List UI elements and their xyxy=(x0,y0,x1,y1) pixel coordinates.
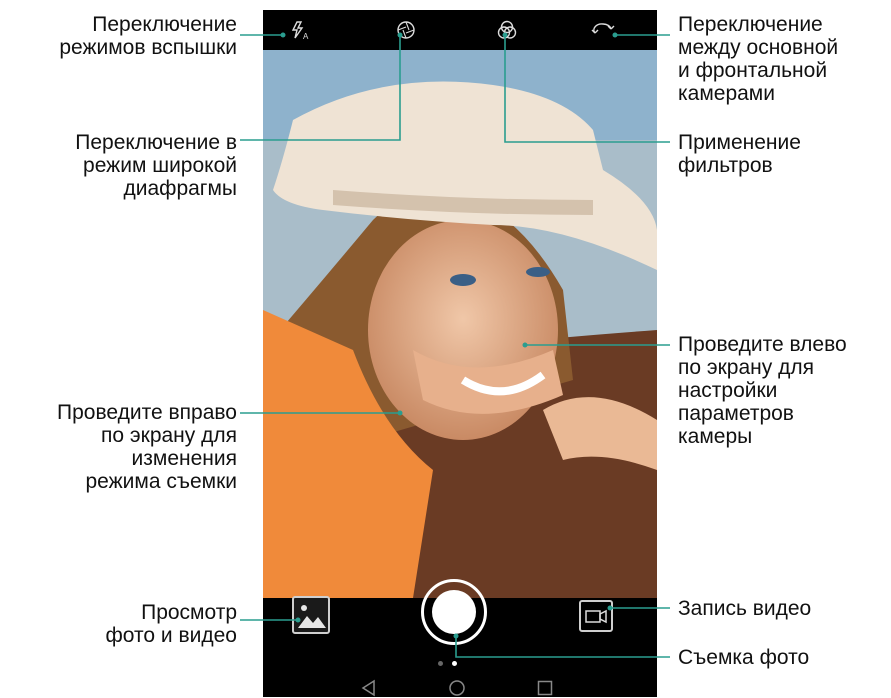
leader-dot-switch-camera xyxy=(612,32,618,38)
leader-aperture xyxy=(240,35,401,141)
leader-dot-gallery xyxy=(295,617,301,623)
leader-dot-filters xyxy=(502,32,508,38)
leader-dot-aperture xyxy=(397,32,403,38)
leader-lines xyxy=(240,32,670,658)
leader-shutter xyxy=(455,636,670,658)
leader-dot-video xyxy=(607,605,613,611)
leader-dot-swipe-right xyxy=(397,410,403,416)
leader-dot-flash xyxy=(280,32,286,38)
leader-dot-swipe-left xyxy=(522,342,528,348)
leader-filters xyxy=(504,35,670,143)
leader-dot-shutter xyxy=(453,633,459,639)
